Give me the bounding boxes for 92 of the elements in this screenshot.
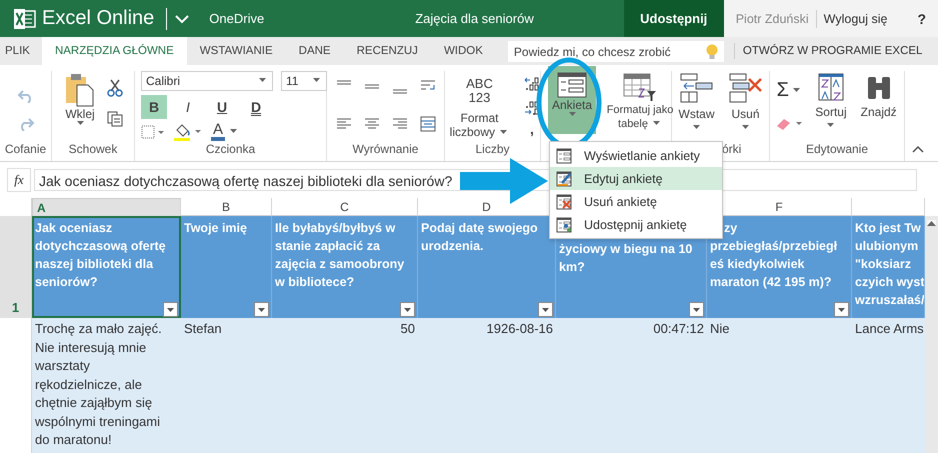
autosum-button[interactable]: Σ [776, 79, 802, 102]
filter-dropdown-icon[interactable] [834, 302, 849, 317]
column-header[interactable]: C [272, 198, 418, 216]
group-label: órki [722, 141, 742, 158]
filter-dropdown-icon[interactable] [163, 302, 178, 317]
scroll-up-icon[interactable] [927, 220, 936, 226]
group-label: Liczby [474, 141, 510, 158]
tell-me-field[interactable]: Powiedz mi, co chcesz zrobić [508, 41, 724, 62]
table-cell: 1926-08-16 [418, 318, 556, 453]
increase-decimal-icon[interactable] [524, 75, 540, 91]
function-button[interactable]: fx [7, 168, 31, 192]
lightbulb-icon [706, 44, 718, 60]
form-delete-icon [556, 194, 572, 210]
app-name: Excel Online [42, 7, 154, 30]
bold-button[interactable]: B [141, 95, 167, 119]
form-icon [557, 72, 588, 98]
table-cell: Stefan [181, 318, 272, 453]
table-cell: Trochę za mało zajęć. Nie interesują mnie warsztaty rękodzielnicze, ale chętnie zająłbym się wspólnymi treningami do maratonu! [32, 318, 181, 453]
caret-icon [742, 125, 749, 129]
caret-icon [693, 125, 700, 129]
table-cell: Nie [707, 318, 852, 453]
caret-icon [230, 129, 238, 133]
delete-cells-button[interactable]: Usuń [726, 71, 764, 133]
scissors-icon[interactable] [107, 79, 123, 97]
caret-icon [500, 130, 508, 134]
underline-button[interactable]: U [209, 95, 235, 119]
paste-button[interactable]: Wklej [63, 71, 97, 129]
sort-button[interactable]: Sortuj [813, 71, 849, 131]
italic-button[interactable]: I [175, 95, 201, 119]
ribbon-tab[interactable]: PLIK [0, 37, 42, 65]
location-link[interactable]: OneDrive [209, 11, 264, 26]
user-name: Piotr Zduński [736, 12, 809, 26]
caret-icon [568, 112, 576, 116]
font-size-dropdown[interactable]: 11 [281, 71, 327, 91]
font-family-dropdown[interactable]: Calibri [141, 71, 273, 91]
format-as-table-button[interactable]: Formatuj jako tabelę [602, 71, 678, 133]
number-format-button[interactable]: ABC 123 Format liczbowy [445, 71, 514, 141]
filter-dropdown-icon[interactable] [254, 302, 269, 317]
ribbon-tab[interactable]: NARZĘDZIA GŁÓWNE [42, 37, 187, 65]
menu-item[interactable]: Wyświetlanie ankiety [550, 144, 722, 167]
ribbon-tab[interactable]: WSTAWIANIE [186, 37, 286, 65]
caret-icon [827, 123, 834, 127]
spreadsheet-logo-icon [14, 8, 36, 28]
caret-icon [313, 78, 320, 82]
group-label: Cofanie [4, 141, 48, 158]
filter-dropdown-icon[interactable] [538, 302, 553, 317]
group-label: Czcionka [204, 141, 256, 158]
caret-icon [653, 121, 660, 125]
share-button[interactable]: Udostępnij [624, 0, 724, 37]
row-header[interactable]: 1 [0, 216, 32, 318]
menu-item[interactable]: Edytuj ankietę [550, 167, 722, 190]
caret-icon [792, 88, 800, 92]
group-label: Wyrównanie [352, 141, 420, 158]
caret-icon [259, 78, 266, 82]
form-people-icon [556, 216, 572, 232]
vertical-scrollbar[interactable] [925, 216, 938, 453]
table-filter-icon [623, 73, 658, 103]
ribbon-tab[interactable]: RECENZUJ [344, 37, 431, 65]
ribbon-tab[interactable]: WIDOK [430, 37, 496, 65]
group-label: Edytowanie [804, 141, 870, 158]
help-button[interactable]: ? [917, 10, 926, 26]
caret-icon [76, 121, 84, 125]
fill-bucket-icon[interactable] [173, 123, 203, 141]
font-color-button[interactable]: A [211, 123, 240, 141]
table-cell: Lance Arms [852, 318, 925, 453]
column-header[interactable]: A [32, 198, 181, 218]
delete-cells-icon [728, 73, 762, 103]
column-header[interactable]: B [181, 198, 272, 216]
document-title: Zajęcia dla seniorów [415, 11, 534, 26]
insert-cells-button[interactable]: Wstaw [676, 71, 716, 133]
table-cell: 50 [272, 318, 418, 453]
survey-button[interactable]: Ankieta [548, 66, 596, 134]
open-in-desktop-link[interactable]: OTWÓRZ W PROGRAMIE EXCEL [742, 45, 922, 57]
sign-out-link[interactable]: Wyloguj się [824, 12, 888, 26]
table-cell: 00:47:12 [556, 318, 707, 453]
chevron-down-icon[interactable] [175, 14, 190, 24]
ribbon-tab[interactable]: DANE [286, 37, 344, 65]
filter-dropdown-icon[interactable] [400, 302, 415, 317]
form-icon [556, 148, 572, 164]
group-label: Schowek [68, 141, 118, 158]
borders-icon[interactable] [141, 125, 165, 139]
filter-dropdown-icon[interactable] [689, 302, 704, 317]
collapse-ribbon-icon[interactable] [912, 145, 924, 153]
sort-icon [818, 73, 844, 101]
find-button[interactable]: Znajdź [858, 71, 899, 121]
form-pencil-icon [556, 170, 572, 186]
copy-icon[interactable] [107, 111, 123, 127]
decrease-decimal-icon[interactable] [524, 100, 540, 116]
insert-cells-icon [680, 73, 714, 103]
clipboard-icon [65, 73, 95, 107]
double-button[interactable]: D [243, 95, 269, 119]
merge-cells-icon[interactable] [420, 116, 436, 132]
